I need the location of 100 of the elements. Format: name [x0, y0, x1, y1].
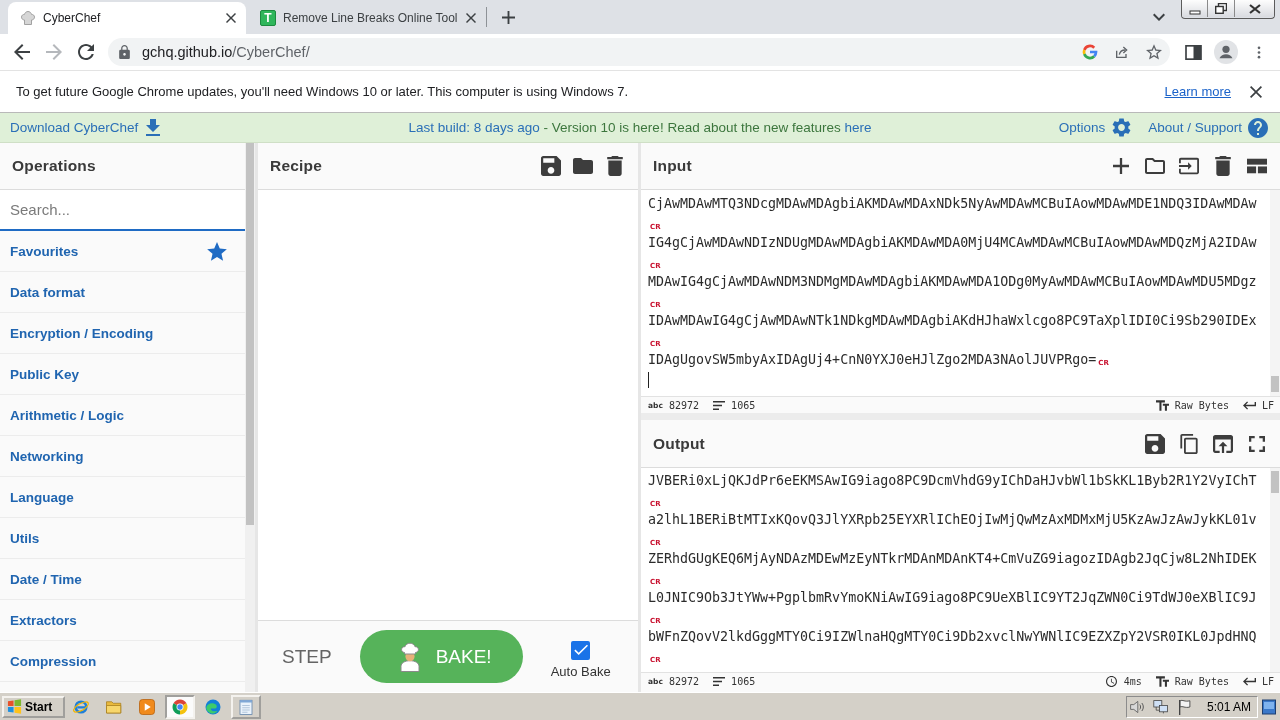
desktop-icon[interactable] — [1262, 698, 1276, 715]
save-icon[interactable] — [1145, 433, 1165, 454]
plus-icon[interactable] — [502, 10, 515, 24]
text-line: MDAwIG4gCjAwMDAwNDM3NDMgMDAwMDAgbiAKMDAwMDA1ODg0MyAwMDAwMCBuIAowMDAwMDU5MDgz — [648, 274, 1257, 289]
trash-icon[interactable] — [1213, 156, 1233, 176]
text-line: IG4gCjAwMDAwNDIzNDUgMDAwMDAgbiAKMDAwMDA0MjU4MCAwMDAwMCBuIAowMDAwMDQzMjA2IDAw — [648, 235, 1257, 250]
text-line: CjAwMDAwMTQ3NDcgMDAwMDAgbiAKMDAwMDAxNDk5NyAwMDAwMCBuIAowMDAwMDE1NDQ3IDAwMDAw — [648, 196, 1257, 211]
output-field[interactable] — [641, 468, 1280, 672]
folder-icon[interactable] — [573, 156, 593, 176]
fullscreen-icon[interactable] — [1249, 435, 1265, 452]
scrollbar-thumb[interactable] — [1271, 376, 1279, 392]
panel-title: Input — [653, 157, 692, 175]
input-field[interactable] — [641, 190, 1280, 396]
arrow-into-box-icon[interactable] — [1179, 156, 1199, 176]
close-icon[interactable] — [1250, 85, 1262, 98]
star-icon — [207, 241, 227, 261]
panel-title: Output — [653, 434, 705, 453]
browser-tab[interactable]: T Remove Line Breaks Online Tool — [248, 2, 486, 34]
scrollbar-thumb[interactable] — [246, 143, 254, 525]
side-panel-icon[interactable] — [1185, 44, 1202, 60]
trash-icon[interactable] — [605, 156, 625, 176]
back-arrow-icon — [14, 44, 30, 60]
clock-icon — [1104, 676, 1118, 687]
lock-icon — [119, 45, 130, 59]
text-line: bWFnZQovV2lkdGggMTY0Ci9IZWlnaHQgMTY0Ci9Db2xvclNwYWNlIC9EZXZpY2VSR0IKL0JpdHNQ — [648, 629, 1257, 644]
share-icon[interactable] — [1114, 44, 1130, 60]
length-count: 82972 — [669, 399, 700, 411]
close-icon[interactable] — [466, 13, 476, 23]
check-icon — [573, 644, 588, 656]
text-line: a2lhL1BERiBtMTIxKQovQ3JlYXRpb25EYXRlIChEOjIwMjQwMzAxMDMxMjU5KzAwJzAwJykKL01v — [648, 512, 1257, 527]
help-icon[interactable] — [1248, 117, 1268, 138]
close-button[interactable] — [1234, 0, 1274, 17]
segmented-circle-icon — [171, 697, 189, 716]
restore-button[interactable] — [1207, 0, 1234, 17]
download-icon[interactable] — [146, 119, 161, 136]
text-cursor — [648, 371, 649, 388]
menu-icon[interactable] — [1257, 44, 1261, 60]
plus-icon[interactable] — [1113, 158, 1129, 174]
learn-more-link[interactable]: Learn more — [1164, 84, 1231, 99]
restore-icon — [1215, 3, 1227, 14]
eol-label[interactable]: LF — [1261, 676, 1274, 687]
network-icon[interactable] — [1152, 698, 1169, 715]
settings-icon[interactable] — [1112, 118, 1132, 137]
build-notice: Last build: 8 days ago - Version 10 is here! Read about the new features here — [408, 120, 872, 135]
lines-icon — [713, 677, 726, 686]
save-icon[interactable] — [541, 156, 561, 176]
search-field[interactable]: Search... — [0, 190, 245, 231]
return-arrow-icon[interactable] — [1242, 399, 1256, 411]
encoding-label[interactable]: Raw Bytes — [1174, 399, 1229, 411]
auto-bake-label[interactable]: Auto Bake — [550, 663, 611, 679]
arrow-out-of-box-icon[interactable] — [1213, 433, 1233, 454]
four-pane-flag-icon — [7, 699, 22, 714]
chef-hat-icon — [20, 10, 36, 26]
step-button[interactable]: STEP — [282, 645, 332, 668]
eol-label[interactable]: LF — [1261, 399, 1274, 411]
return-arrow-icon[interactable] — [1242, 676, 1256, 687]
bake-time: 4ms — [1123, 676, 1142, 687]
copy-icon[interactable] — [1179, 433, 1199, 454]
text-line: JVBERi0xLjQKJdPr6eEKMSAwIG9iago8PC9DcmVhdG9yIChDaHJvbWl1bSkKL1Byb2R1Y2VyIChT — [648, 473, 1257, 488]
browser-tab[interactable]: CyberChef — [8, 2, 246, 34]
text-line: L0JNIC9Ob3JtYWw+PgplbmRvYmoKNiAwIG9iago8PC9UeXBlIC9YT2JqZWN0Ci9TdWJ0eXBlIC9J — [648, 590, 1257, 605]
caret-icon[interactable] — [1153, 13, 1165, 21]
text-line: IDAwMDAwIG4gCjAwMDAwNTk1NDkgMDAwMDAgbiAKdHJhaWxlcgo8PC9TaXplIDI0Ci9Sb290IDEx — [648, 313, 1257, 328]
start-button[interactable]: Start — [2, 695, 65, 718]
options-link[interactable]: Options — [1058, 120, 1106, 135]
text-line: IDAgUgovSW5mbyAxIDAgUj4+CnN0YXJ0eHJlZgo2MDA3NAolJUVPRgo= — [648, 352, 1097, 367]
wave-swirl-icon — [204, 697, 222, 716]
line-count: 1065 — [731, 676, 756, 687]
about-support-link[interactable]: About / Support — [1148, 120, 1242, 135]
text-format-icon[interactable] — [1155, 399, 1169, 411]
lines-icon — [713, 400, 726, 410]
update-message: To get future Google Chrome updates, you'll need Windows 10 or later. This computer is using Windows 7. — [16, 84, 629, 99]
profile-avatar-icon[interactable] — [1214, 40, 1238, 64]
encoding-label[interactable]: Raw Bytes — [1174, 676, 1229, 687]
folder-icon[interactable] — [1145, 156, 1165, 176]
panel-title: Recipe — [270, 157, 323, 175]
reload-icon — [78, 44, 94, 60]
flag-icon[interactable] — [1176, 698, 1193, 715]
line-count: 1065 — [731, 399, 756, 411]
scrollbar-thumb[interactable] — [1271, 471, 1279, 493]
forward-arrow-icon — [46, 44, 62, 60]
site-favicon: T — [260, 10, 276, 26]
address-text[interactable]: gchq.github.io/CyberChef/ — [142, 44, 310, 60]
panel-title: Operations — [12, 157, 96, 175]
download-link[interactable]: Download CyberChef — [10, 120, 139, 135]
notepad-icon — [237, 697, 255, 716]
text-format-icon[interactable] — [1155, 676, 1169, 687]
close-icon[interactable] — [226, 13, 236, 23]
address-bar[interactable]: gchq.github.io/CyberChef/ — [108, 38, 1170, 66]
features-link[interactable]: here — [844, 120, 872, 135]
speaker-icon[interactable] — [1128, 698, 1145, 715]
bookmark-star-icon[interactable] — [1146, 44, 1162, 60]
close-icon — [1248, 3, 1261, 14]
length-count: 82972 — [669, 676, 700, 687]
chef-icon — [397, 641, 422, 672]
g-logo-icon[interactable] — [1082, 44, 1098, 60]
text-line: ZERhdGUgKEQ6MjAyNDAzMDEwMzEyNTkrMDAnMDAnKT4+CmVuZG9iagozIDAgb2JqCjw8L2NhIDEK — [648, 551, 1257, 566]
taskbar-app-button[interactable] — [165, 694, 195, 719]
layout-icon[interactable] — [1247, 156, 1267, 176]
auto-bake-checkbox[interactable] — [571, 640, 591, 660]
